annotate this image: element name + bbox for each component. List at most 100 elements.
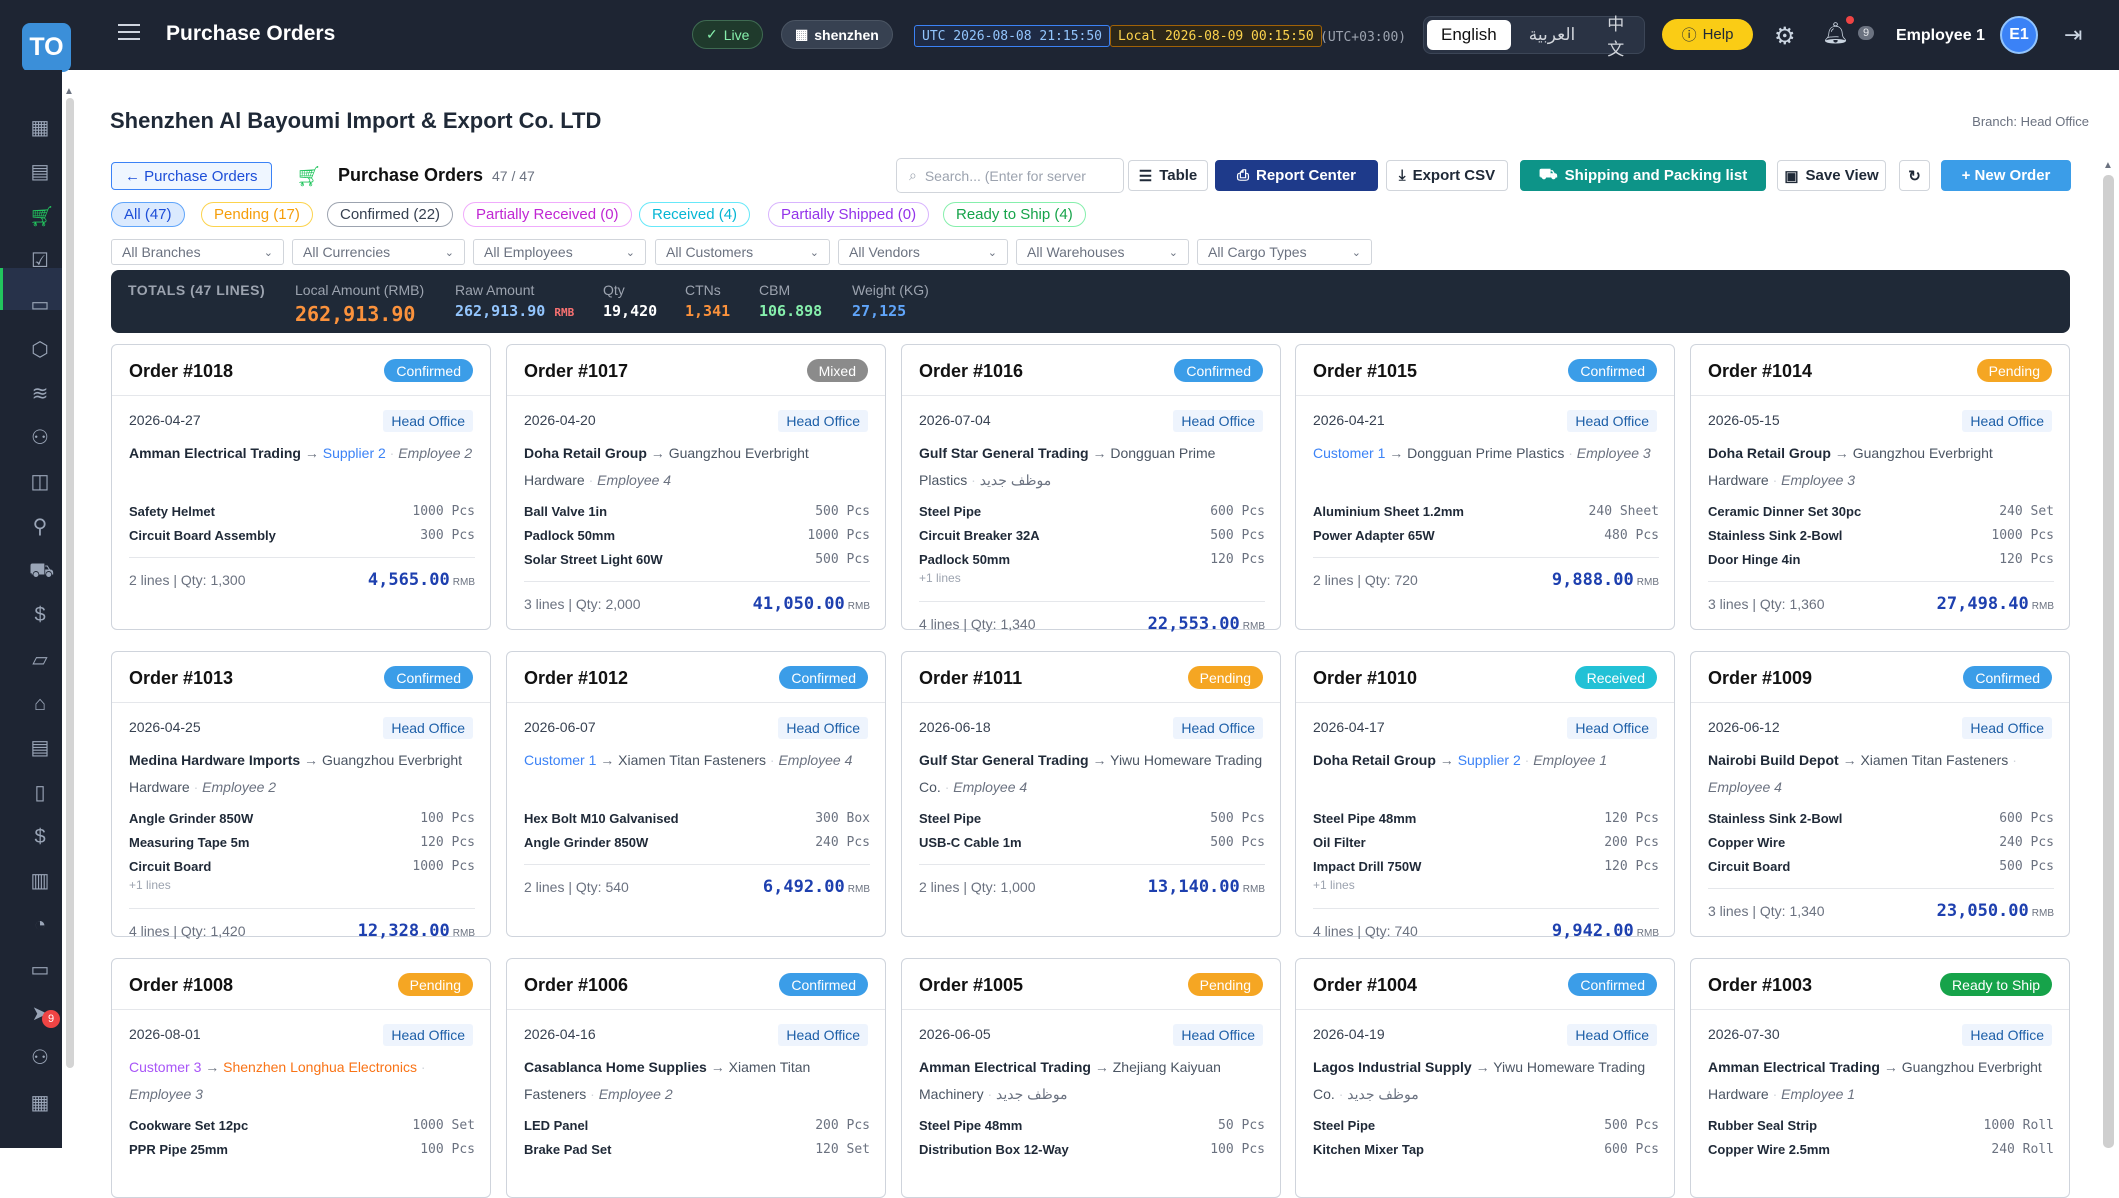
lang-english[interactable]: English <box>1427 20 1511 50</box>
filter-chip[interactable]: Ready to Ship (4) <box>943 202 1086 227</box>
customer-name[interactable]: Lagos Industrial Supply <box>1313 1059 1472 1075</box>
order-number[interactable]: Order #1010 <box>1313 668 1417 689</box>
site-selector[interactable]: ▦ shenzhen <box>781 20 893 49</box>
person-icon[interactable]: ⚲ <box>29 516 51 538</box>
vendor-name[interactable]: Xiamen Titan Fasteners <box>618 752 766 768</box>
customer-name[interactable]: Amman Electrical Trading <box>1708 1059 1880 1075</box>
filter-chip[interactable]: All (47) <box>111 202 185 227</box>
cart-icon[interactable]: 🛒︎ <box>29 206 54 228</box>
customer-name[interactable]: Doha Retail Group <box>1708 445 1831 461</box>
customer-name[interactable]: Medina Hardware Imports <box>129 752 300 768</box>
order-card[interactable]: Order #1011 Pending 2026-06-18 Head Office G… <box>901 651 1281 937</box>
vendor-name[interactable]: Xiamen Titan Fasteners <box>1860 752 2008 768</box>
wallet-icon[interactable]: ▱ <box>29 649 51 671</box>
order-number[interactable]: Order #1004 <box>1313 975 1417 996</box>
new-order-button[interactable]: + New Order <box>1941 160 2071 191</box>
filter-chip[interactable]: Pending (17) <box>201 202 313 227</box>
user-name[interactable]: Employee 1 <box>1896 27 1985 45</box>
customer-name[interactable]: Casablanca Home Supplies <box>524 1059 707 1075</box>
table-view-button[interactable]: ☰ Table <box>1128 160 1208 191</box>
order-card[interactable]: Order #1015 Confirmed 2026-04-21 Head Offic… <box>1295 344 1675 630</box>
sidebar-scrollbar[interactable] <box>66 98 74 1068</box>
lang-chinese[interactable]: 中文 <box>1593 15 1641 59</box>
chart-icon[interactable]: ▥ <box>29 870 51 892</box>
back-button[interactable]: ← Purchase Orders <box>111 162 272 190</box>
bell-icon[interactable]: 🔔︎ <box>1822 22 1849 46</box>
filter-dropdown[interactable]: All Employees ⌄ <box>473 239 646 265</box>
refresh-button[interactable]: ↻ <box>1899 160 1930 191</box>
order-number[interactable]: Order #1018 <box>129 361 233 382</box>
order-number[interactable]: Order #1012 <box>524 668 628 689</box>
contact-icon[interactable]: ◫ <box>29 471 51 493</box>
main-scrollbar[interactable] <box>2103 175 2114 1148</box>
inbox-icon[interactable]: ▭ <box>29 959 51 981</box>
car-icon[interactable]: ⛟ <box>29 560 54 582</box>
order-number[interactable]: Order #1013 <box>129 668 233 689</box>
vendor-name[interactable]: Supplier 2 <box>1458 752 1521 768</box>
order-number[interactable]: Order #1009 <box>1708 668 1812 689</box>
box-icon[interactable]: ⬡ <box>29 339 51 361</box>
customer-name[interactable]: Doha Retail Group <box>1313 752 1436 768</box>
customer-name[interactable]: Customer 1 <box>1313 445 1385 461</box>
order-card[interactable]: Order #1017 Mixed 2026-04-20 Head Office Doh… <box>506 344 886 630</box>
app-logo[interactable]: TO <box>22 23 71 72</box>
order-card[interactable]: Order #1006 Confirmed 2026-04-16 Head Offic… <box>506 958 886 1198</box>
save-view-button[interactable]: ▣ Save View <box>1777 160 1886 191</box>
customer-name[interactable]: Amman Electrical Trading <box>919 1059 1091 1075</box>
customer-name[interactable]: Customer 1 <box>524 752 596 768</box>
customer-name[interactable]: Gulf Star General Trading <box>919 445 1089 461</box>
filter-dropdown[interactable]: All Currencies ⌄ <box>292 239 465 265</box>
order-card[interactable]: Order #1005 Pending 2026-06-05 Head Office A… <box>901 958 1281 1198</box>
help-button[interactable]: ⓘ Help <box>1662 19 1753 50</box>
order-card[interactable]: Order #1003 Ready to Ship 2026-07-30 Head O… <box>1690 958 2070 1198</box>
team-icon[interactable]: ⚇ <box>29 1047 51 1069</box>
customer-name[interactable]: Nairobi Build Depot <box>1708 752 1839 768</box>
archive-icon[interactable]: ▭ <box>29 294 51 316</box>
customer-name[interactable]: Amman Electrical Trading <box>129 445 301 461</box>
filter-chip[interactable]: Partially Shipped (0) <box>768 202 930 227</box>
bank-icon[interactable]: ⌂ <box>29 693 51 715</box>
filter-dropdown[interactable]: All Warehouses ⌄ <box>1016 239 1189 265</box>
menu-icon[interactable] <box>118 24 140 40</box>
order-number[interactable]: Order #1014 <box>1708 361 1812 382</box>
dollar-doc-icon[interactable]: $ <box>29 604 51 626</box>
dollar-icon[interactable]: $ <box>29 826 51 848</box>
report-center-button[interactable]: ⎙ Report Center <box>1215 160 1378 191</box>
filter-chip[interactable]: Received (4) <box>639 202 751 227</box>
main-scroll-up[interactable]: ▲ <box>2103 160 2113 171</box>
order-card[interactable]: Order #1018 Confirmed 2026-04-27 Head Offic… <box>111 344 491 630</box>
order-number[interactable]: Order #1016 <box>919 361 1023 382</box>
customer-name[interactable]: Doha Retail Group <box>524 445 647 461</box>
avatar[interactable]: E1 <box>2000 16 2038 54</box>
filter-dropdown[interactable]: All Branches ⌄ <box>111 239 284 265</box>
users-icon[interactable]: ⚇ <box>29 427 51 449</box>
vendor-name[interactable]: Supplier 2 <box>323 445 386 461</box>
logout-icon[interactable]: ⇥ <box>2064 22 2082 48</box>
order-number[interactable]: Order #1003 <box>1708 975 1812 996</box>
order-card[interactable]: Order #1004 Confirmed 2026-04-19 Head Offic… <box>1295 958 1675 1198</box>
order-card[interactable]: Order #1013 Confirmed 2026-04-25 Head Offic… <box>111 651 491 941</box>
order-number[interactable]: Order #1015 <box>1313 361 1417 382</box>
book-icon[interactable]: ▯ <box>29 782 51 804</box>
customer-name[interactable]: Customer 3 <box>129 1059 201 1075</box>
dashboard-icon[interactable]: ▦ <box>29 117 51 139</box>
order-card[interactable]: Order #1016 Confirmed 2026-07-04 Head Offic… <box>901 344 1281 634</box>
clipboard-icon[interactable]: ▤ <box>29 161 51 183</box>
order-card[interactable]: Order #1012 Confirmed 2026-06-07 Head Offic… <box>506 651 886 937</box>
export-csv-button[interactable]: ⤓ Export CSV <box>1386 160 1508 191</box>
filter-chip[interactable]: Partially Received (0) <box>463 202 632 227</box>
file-icon[interactable]: ▤ <box>29 737 51 759</box>
pie-icon[interactable]: ◔ <box>29 914 51 936</box>
order-card[interactable]: Order #1009 Confirmed 2026-06-12 Head Offic… <box>1690 651 2070 937</box>
shipping-list-button[interactable]: ⛟ Shipping and Packing list <box>1520 160 1766 191</box>
order-number[interactable]: Order #1017 <box>524 361 628 382</box>
filter-dropdown[interactable]: All Vendors ⌄ <box>838 239 1008 265</box>
gear-icon[interactable]: ⚙ <box>1774 22 1796 51</box>
vendor-name[interactable]: Dongguan Prime Plastics <box>1407 445 1564 461</box>
scroll-up-arrow[interactable]: ▲ <box>64 86 74 97</box>
filter-dropdown[interactable]: All Cargo Types ⌄ <box>1197 239 1372 265</box>
order-number[interactable]: Order #1008 <box>129 975 233 996</box>
filter-dropdown[interactable]: All Customers ⌄ <box>655 239 830 265</box>
order-card[interactable]: Order #1010 Received 2026-04-17 Head Office… <box>1295 651 1675 941</box>
order-card[interactable]: Order #1008 Pending 2026-08-01 Head Office C… <box>111 958 491 1198</box>
